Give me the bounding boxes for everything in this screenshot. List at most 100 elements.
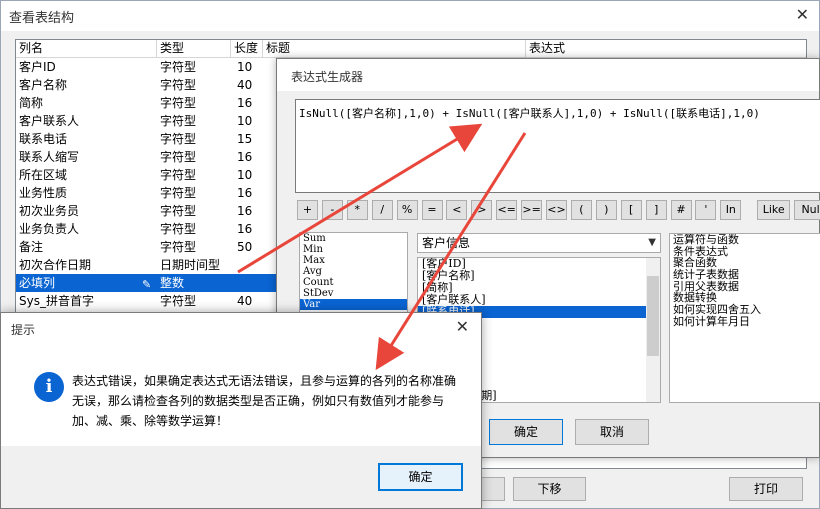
row-length: 16 (237, 186, 253, 200)
dialog-title: 提示 (11, 323, 36, 337)
row-type: 字符型 (160, 294, 197, 308)
operator-button[interactable]: <= (496, 200, 518, 220)
list-item[interactable]: Var (300, 299, 407, 310)
row-length: 15 (237, 132, 253, 146)
row-length: 10 (237, 60, 253, 74)
expression-builder-titlebar: 表达式生成器 (277, 59, 819, 91)
list-item[interactable]: Avg (300, 266, 407, 277)
row-length: 50 (237, 240, 253, 254)
operator-button[interactable]: ' (695, 200, 717, 220)
row-type: 字符型 (160, 150, 197, 164)
header-type[interactable]: 类型 (157, 40, 231, 58)
row-length: 10 (237, 114, 253, 128)
list-item[interactable]: Count (300, 277, 407, 288)
list-item[interactable]: 统计子表数据 (670, 269, 820, 281)
list-item[interactable]: Min (300, 244, 407, 255)
row-type: 字符型 (160, 114, 197, 128)
row-column-name: 客户名称 (19, 78, 68, 92)
table-select-value: 客户信息 (422, 236, 471, 250)
row-column-name: 业务性质 (19, 186, 68, 200)
row-type: 整数 (160, 276, 185, 290)
row-length: 16 (237, 150, 253, 164)
header-expression[interactable]: 表达式 (526, 40, 806, 58)
row-length: 40 (237, 78, 253, 92)
window-title: 查看表结构 (9, 11, 75, 26)
expression-builder-title: 表达式生成器 (291, 70, 364, 84)
row-column-name: 初次业务员 (19, 204, 80, 218)
row-type: 字符型 (160, 96, 197, 110)
row-length: 40 (237, 294, 253, 308)
list-item[interactable]: Max (300, 255, 407, 266)
help-category-list[interactable]: 运算符与函数 条件表达式 聚合函数 统计子表数据 引用父表数据 数据转换 如何实现四舍五入如… (669, 233, 820, 403)
dialog-message: 表达式错误，如果确定表达式无语法错误，且参与运算的各列的名称准确无误，那么请检查… (72, 374, 457, 428)
operator-button[interactable]: ] (645, 200, 667, 220)
operator-button[interactable]: > (471, 200, 493, 220)
row-column-name: 客户ID (19, 60, 56, 74)
operator-button[interactable]: + (297, 200, 318, 220)
row-column-name: 备注 (19, 240, 44, 254)
operator-button[interactable]: In (720, 200, 742, 220)
row-column-name: 简称 (19, 96, 44, 110)
list-item[interactable]: [客户名称] (418, 270, 660, 282)
row-column-name: Sys_拼音首字 (19, 294, 94, 308)
table-header: 列名 类型 长度 标题 表达式 (16, 40, 806, 58)
row-type: 字符型 (160, 78, 197, 92)
operator-button[interactable]: # (670, 200, 692, 220)
expression-ok-button[interactable]: 确定 (489, 419, 563, 445)
row-column-name: 业务负责人 (19, 222, 80, 236)
move-down-button[interactable]: 下移 (513, 477, 586, 501)
close-icon[interactable]: ✕ (456, 317, 469, 336)
table-select[interactable]: 客户信息 ▼ (417, 233, 661, 253)
dialog-ok-button[interactable]: 确定 (378, 463, 463, 491)
operator-button[interactable]: [ (620, 200, 642, 220)
close-icon[interactable]: ✕ (796, 5, 809, 24)
operator-button[interactable]: ( (570, 200, 592, 220)
row-column-name: 必填列 (19, 276, 56, 290)
expression-input[interactable]: IsNull([客户名称],1,0) + IsNull([客户联系人],1,0)… (295, 99, 820, 193)
operator-button[interactable]: Like (757, 200, 791, 220)
row-type: 字符型 (160, 60, 197, 74)
row-column-name: 初次合作日期 (19, 258, 92, 272)
operator-button[interactable]: < (446, 200, 468, 220)
window-titlebar: 查看表结构 ✕ (1, 1, 819, 31)
chevron-down-icon[interactable]: ▼ (648, 234, 656, 252)
scrollbar-thumb[interactable] (647, 276, 659, 356)
row-type: 字符型 (160, 222, 197, 236)
print-button[interactable]: 打印 (729, 477, 803, 501)
row-type: 字符型 (160, 132, 197, 146)
operator-button[interactable]: * (346, 200, 368, 220)
operator-button[interactable]: % (396, 200, 418, 220)
operator-button[interactable]: ) (595, 200, 617, 220)
dialog-footer: 确定 (1, 446, 481, 508)
operator-button[interactable]: Nul (794, 200, 820, 220)
row-length: 16 (237, 204, 253, 218)
row-type: 字符型 (160, 168, 197, 182)
header-length[interactable]: 长度 (231, 40, 263, 58)
row-column-name: 所在区域 (19, 168, 68, 182)
operator-button[interactable]: = (421, 200, 443, 220)
row-length (234, 274, 260, 292)
row-column-name: 联系人缩写 (19, 150, 80, 164)
list-item[interactable]: StDev (300, 288, 407, 299)
operator-button[interactable]: / (371, 200, 393, 220)
operator-button[interactable]: - (321, 200, 343, 220)
row-length: 16 (237, 222, 253, 236)
row-length: 16 (237, 96, 253, 110)
expression-cancel-button[interactable]: 取消 (575, 419, 649, 445)
operator-button[interactable]: <> (546, 200, 567, 220)
row-type: 日期时间型 (160, 258, 221, 272)
row-type: 字符型 (160, 204, 197, 218)
row-column-name: 联系电话 (19, 132, 68, 146)
scrollbar[interactable] (646, 258, 660, 402)
header-column-name[interactable]: 列名 (16, 40, 157, 58)
header-caption[interactable]: 标题 (263, 40, 526, 58)
row-type: 字符型 (160, 186, 197, 200)
operator-button[interactable]: >= (521, 200, 543, 220)
list-item[interactable]: Sum (300, 233, 407, 244)
message-dialog: 提示 ✕ i 表达式错误，如果确定表达式无语法错误，且参与运算的各列的名称准确无… (0, 312, 482, 509)
list-item[interactable]: 如何计算年月日 (670, 316, 820, 328)
row-length: 10 (237, 168, 253, 182)
row-length (234, 256, 260, 274)
list-item[interactable]: 运算符与函数 (670, 234, 820, 246)
info-icon: i (34, 372, 64, 402)
